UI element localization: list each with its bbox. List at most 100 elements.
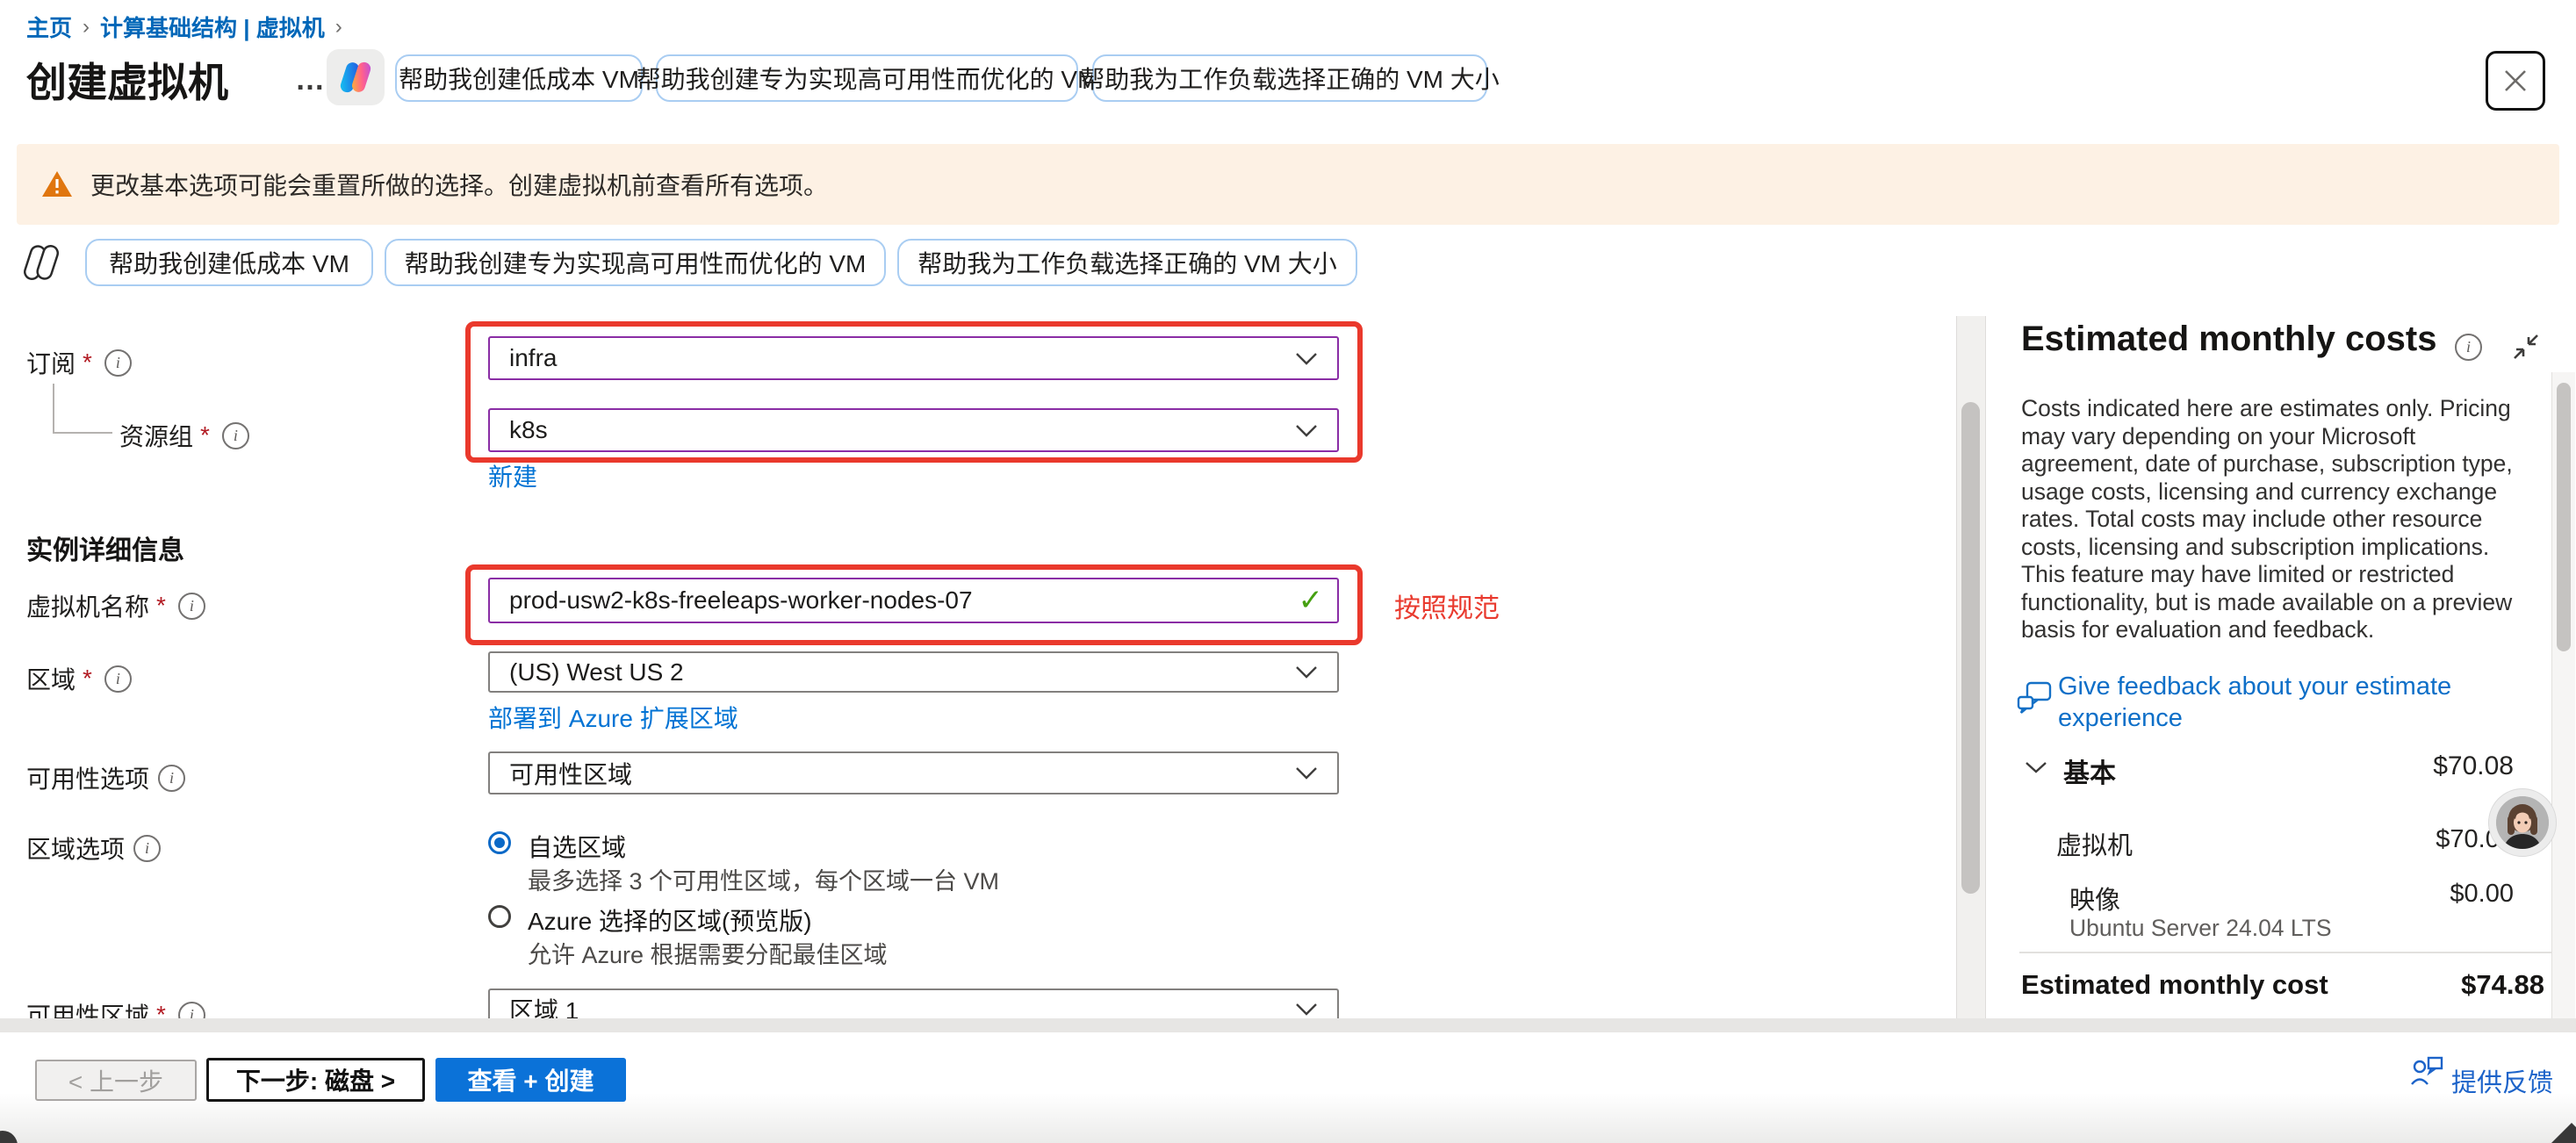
content-bottom-edge (0, 1018, 2576, 1032)
main-scrollbar[interactable] (1956, 316, 1986, 1018)
panel-scrollbar[interactable] (2551, 372, 2575, 1032)
main-scrollbar-thumb[interactable] (1961, 402, 1980, 894)
page-title: 创建虚拟机 (26, 51, 228, 109)
breadcrumb-separator-icon: › (83, 15, 90, 40)
deploy-extended-zone-link[interactable]: 部署到 Azure 扩展区域 (488, 700, 738, 735)
info-icon[interactable]: i (104, 349, 132, 377)
suggestion-right-size-label: 帮助我为工作负载选择正确的 VM 大小 (917, 245, 1337, 280)
previous-button[interactable]: < 上一步 (35, 1060, 197, 1101)
subscription-value: infra (509, 344, 557, 372)
more-menu-button[interactable]: … (295, 63, 328, 97)
info-icon[interactable]: i (222, 422, 249, 449)
close-blade-button[interactable] (2486, 51, 2545, 111)
copilot-outline-icon (21, 242, 61, 287)
annotation-text: 按照规范 (1394, 586, 1500, 625)
cost-item-name: 虚拟机 (2056, 825, 2133, 862)
avatar-image (2496, 796, 2549, 849)
suggestion-high-availability-button[interactable]: 帮助我创建专为实现高可用性而优化的 VM (656, 54, 1078, 102)
cost-item-subtitle: Ubuntu Server 24.04 LTS (2069, 915, 2332, 942)
total-cost-amount: $74.88 (2283, 969, 2544, 1001)
suggestion-right-size-button[interactable]: 帮助我为工作负载选择正确的 VM 大小 (897, 239, 1357, 286)
breadcrumb-home-link[interactable]: 主页 (26, 11, 72, 43)
vm-name-label-text: 虚拟机名称 (26, 588, 149, 623)
cost-item-amount: $70.08 (2283, 825, 2514, 854)
info-icon[interactable]: i (2455, 334, 2482, 361)
info-icon[interactable]: i (158, 765, 185, 792)
self-select-zone-label[interactable]: 自选区域 (528, 829, 626, 864)
suggestion-low-cost-label: 帮助我创建低成本 VM (399, 61, 639, 96)
review-create-button[interactable]: 查看 + 创建 (435, 1058, 626, 1102)
cost-item-name: 映像 (2069, 880, 2120, 917)
valid-check-icon: ✓ (1299, 583, 1324, 618)
cost-item-amount: $0.00 (2283, 880, 2514, 909)
resource-group-dropdown[interactable]: k8s (488, 408, 1339, 452)
suggestion-right-size-label: 帮助我为工作负载选择正确的 VM 大小 (1080, 61, 1500, 96)
copilot-button[interactable] (327, 49, 385, 105)
resource-group-label-text: 资源组 (119, 418, 193, 453)
radio-dot (494, 837, 505, 848)
resource-group-label: 资源组* i (119, 418, 249, 453)
required-asterisk: * (200, 421, 210, 449)
suggestion-low-cost-button[interactable]: 帮助我创建低成本 VM (395, 54, 643, 102)
info-icon[interactable]: i (104, 665, 132, 693)
info-icon[interactable]: i (133, 835, 161, 862)
availability-options-value: 可用性区域 (509, 756, 632, 791)
required-asterisk: * (156, 592, 166, 620)
suggestion-right-size-button[interactable]: 帮助我为工作负载选择正确的 VM 大小 (1092, 54, 1487, 102)
cost-disclaimer: Costs indicated here are estimates only.… (2021, 395, 2565, 644)
collapse-panel-button[interactable] (2509, 330, 2543, 368)
create-new-resource-group-link[interactable]: 新建 (488, 458, 537, 493)
subscription-dropdown[interactable]: infra (488, 336, 1339, 380)
chevron-down-icon (1295, 424, 1318, 437)
suggestion-low-cost-button[interactable]: 帮助我创建低成本 VM (85, 239, 373, 286)
required-asterisk: * (83, 349, 92, 377)
feedback-bubbles-icon (2016, 679, 2054, 724)
availability-options-dropdown[interactable]: 可用性区域 (488, 751, 1339, 794)
availability-options-label: 可用性选项 i (26, 760, 185, 795)
feedback-person-icon (2409, 1055, 2444, 1091)
warning-icon (41, 170, 73, 198)
breadcrumb-separator-icon: › (335, 15, 342, 40)
breadcrumb: 主页 › 计算基础结构 | 虚拟机 › (26, 11, 353, 43)
subscription-label: 订阅* i (26, 345, 132, 380)
cost-group-amount: $70.08 (2283, 751, 2514, 781)
close-icon (2502, 68, 2529, 94)
vm-name-label: 虚拟机名称* i (26, 588, 205, 623)
warning-banner: 更改基本选项可能会重置所做的选择。创建虚拟机前查看所有选项。 (17, 144, 2559, 225)
region-value: (US) West US 2 (509, 658, 684, 687)
chevron-down-icon (1295, 766, 1318, 780)
next-disks-button[interactable]: 下一步: 磁盘 > (206, 1058, 425, 1102)
suggestion-high-availability-label: 帮助我创建专为实现高可用性而优化的 VM (405, 245, 867, 280)
info-icon[interactable]: i (178, 593, 205, 620)
availability-options-label-text: 可用性选项 (26, 760, 149, 795)
suggestion-low-cost-label: 帮助我创建低成本 VM (109, 245, 349, 280)
suggestion-high-availability-button[interactable]: 帮助我创建专为实现高可用性而优化的 VM (385, 239, 886, 286)
chevron-down-icon (1295, 665, 1318, 679)
required-asterisk: * (83, 665, 92, 693)
chevron-down-icon (1295, 1003, 1318, 1016)
instance-details-heading: 实例详细信息 (26, 528, 184, 567)
hierarchy-connector (53, 384, 112, 434)
warning-text: 更改基本选项可能会重置所做的选择。创建虚拟机前查看所有选项。 (90, 167, 828, 202)
region-label: 区域* i (26, 661, 132, 696)
region-label-text: 区域 (26, 661, 76, 696)
breadcrumb-section-link[interactable]: 计算基础结构 | 虚拟机 (100, 11, 325, 43)
subscription-label-text: 订阅 (26, 345, 76, 380)
copilot-icon (337, 59, 374, 96)
resource-group-value: k8s (509, 416, 548, 444)
azure-select-zone-label[interactable]: Azure 选择的区域(预览版) (528, 902, 812, 938)
collapse-group-button[interactable] (2025, 760, 2047, 779)
azure-select-zone-radio[interactable] (488, 905, 511, 928)
assistant-avatar[interactable] (2488, 788, 2557, 857)
panel-scrollbar-thumb[interactable] (2557, 383, 2571, 651)
self-select-zone-radio[interactable] (488, 831, 511, 854)
vm-name-field-wrapper: ✓ (488, 578, 1339, 623)
vm-name-input[interactable] (488, 578, 1339, 623)
azure-select-zone-desc: 允许 Azure 根据需要分配最佳区域 (528, 936, 888, 970)
estimate-feedback-link[interactable]: Give feedback about your estimate experi… (2058, 671, 2451, 734)
suggestion-high-availability-label: 帮助我创建专为实现高可用性而优化的 VM (637, 61, 1098, 96)
region-dropdown[interactable]: (US) West US 2 (488, 651, 1339, 693)
chevron-down-icon (1295, 352, 1318, 365)
cost-panel-title: Estimated monthly costs (2021, 320, 2436, 359)
give-feedback-link[interactable]: 提供反馈 (2451, 1062, 2553, 1099)
